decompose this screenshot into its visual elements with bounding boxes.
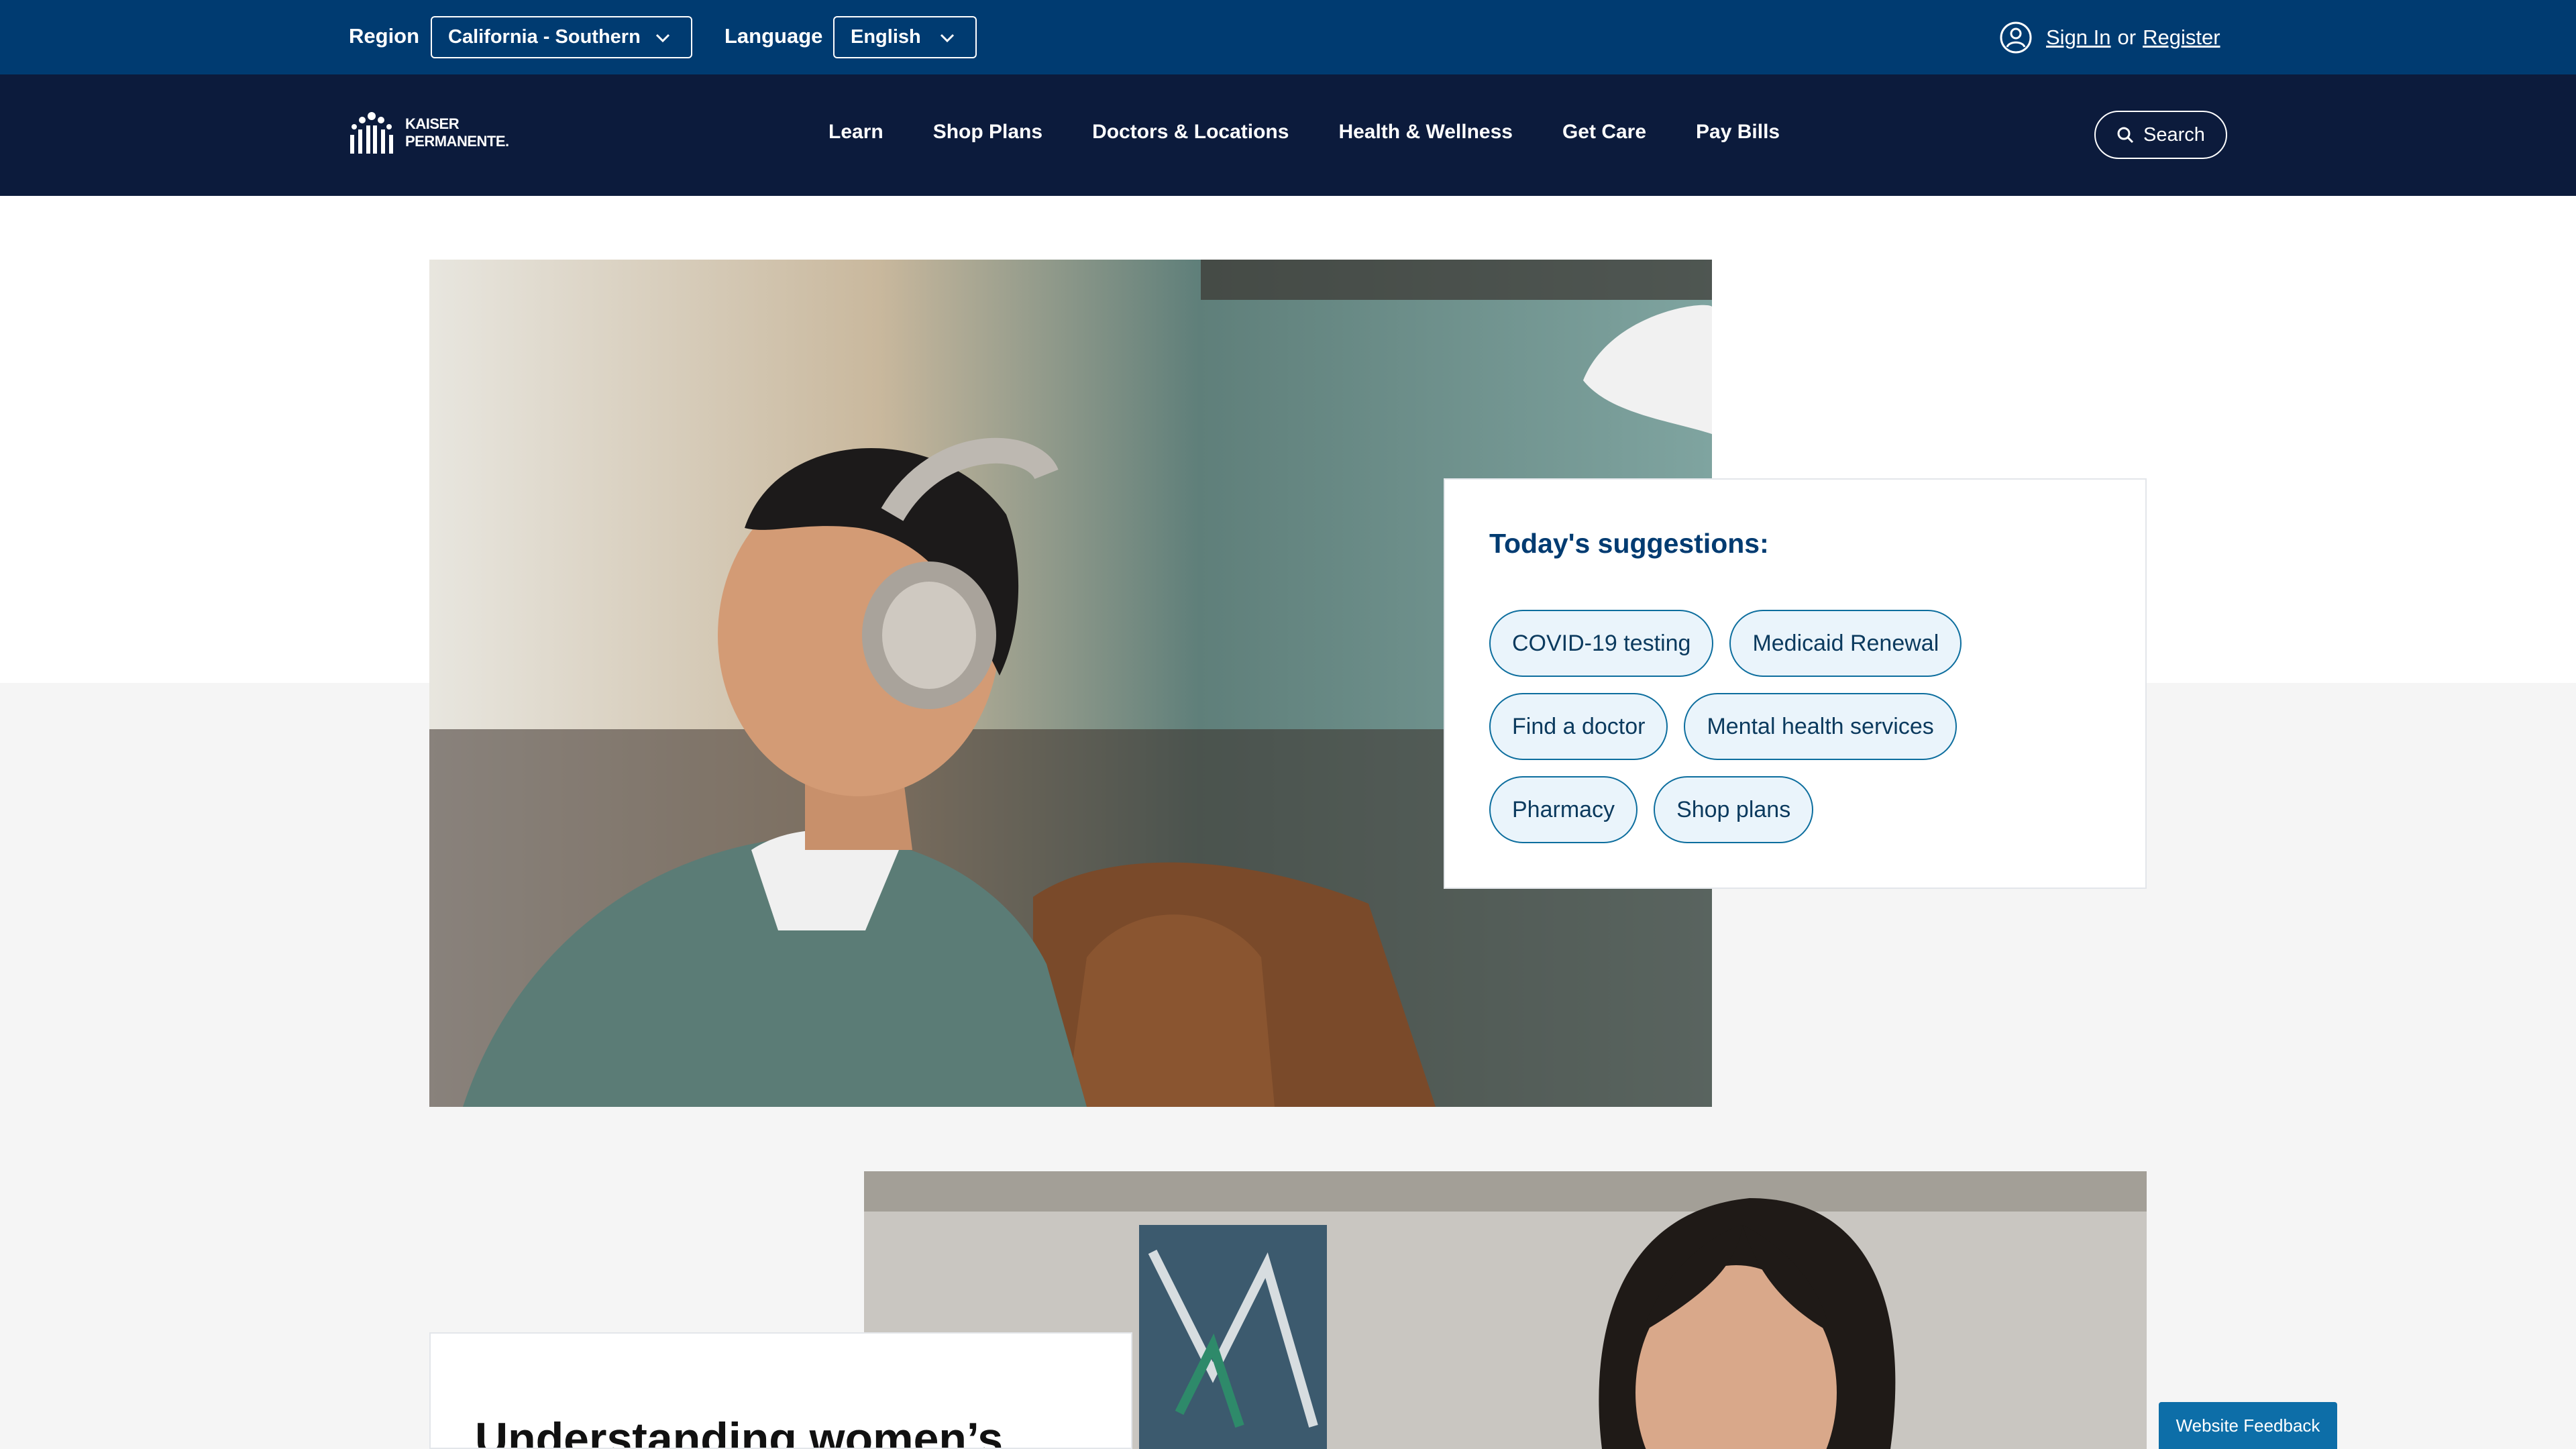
nav-item-get-care[interactable]: Get Care: [1562, 121, 1646, 144]
article-card[interactable]: Understanding women’s: [429, 1332, 1132, 1449]
nav-item-doctors-locations[interactable]: Doctors & Locations: [1092, 121, 1289, 144]
logo-line2: PERMANENTE.: [405, 133, 509, 150]
suggestion-chips: COVID-19 testing Medicaid Renewal Find a…: [1489, 610, 2106, 859]
chip-pharmacy[interactable]: Pharmacy: [1489, 776, 1638, 843]
region-select[interactable]: California - Southern: [431, 16, 692, 58]
nav-item-learn[interactable]: Learn: [828, 121, 883, 144]
chip-find-doctor[interactable]: Find a doctor: [1489, 693, 1668, 760]
search-label: Search: [2143, 123, 2205, 146]
account-links: Sign In or Register: [1999, 20, 2220, 55]
main-nav: KAISER PERMANENTE. Learn Shop Plans Doct…: [0, 74, 2576, 196]
language-label: Language: [724, 24, 823, 48]
chevron-down-icon: [655, 34, 670, 43]
utility-bar: Region California - Southern Language En…: [0, 0, 2576, 74]
chip-shop-plans[interactable]: Shop plans: [1654, 776, 1814, 843]
chip-covid-testing[interactable]: COVID-19 testing: [1489, 610, 1714, 677]
kaiser-logo[interactable]: KAISER PERMANENTE.: [347, 109, 509, 156]
nav-item-shop-plans[interactable]: Shop Plans: [933, 121, 1042, 144]
nav-item-health-wellness[interactable]: Health & Wellness: [1338, 121, 1513, 144]
sign-in-link[interactable]: Sign In: [2046, 25, 2111, 50]
language-select[interactable]: English: [833, 16, 977, 58]
suggestions-card: Today's suggestions: COVID-19 testing Me…: [1444, 478, 2147, 889]
search-button[interactable]: Search: [2094, 111, 2227, 159]
or-text: or: [2117, 25, 2137, 49]
website-feedback-button[interactable]: Website Feedback: [2159, 1402, 2337, 1449]
region-value: California - Southern: [448, 26, 641, 48]
article-title: Understanding women’s: [475, 1413, 1004, 1449]
chevron-down-icon: [940, 34, 955, 43]
region-label: Region: [349, 24, 420, 48]
register-link[interactable]: Register: [2143, 25, 2220, 50]
chip-mental-health[interactable]: Mental health services: [1684, 693, 1957, 760]
logo-mark-icon: [350, 112, 393, 154]
logo-line1: KAISER: [405, 115, 460, 132]
nav-item-pay-bills[interactable]: Pay Bills: [1696, 121, 1780, 144]
language-value: English: [851, 26, 921, 48]
suggestions-title: Today's suggestions:: [1489, 528, 1769, 559]
nav-menu: Learn Shop Plans Doctors & Locations Hea…: [828, 121, 1829, 144]
chip-medicaid-renewal[interactable]: Medicaid Renewal: [1729, 610, 1962, 677]
search-icon: [2117, 127, 2134, 144]
user-icon: [2000, 21, 2032, 54]
